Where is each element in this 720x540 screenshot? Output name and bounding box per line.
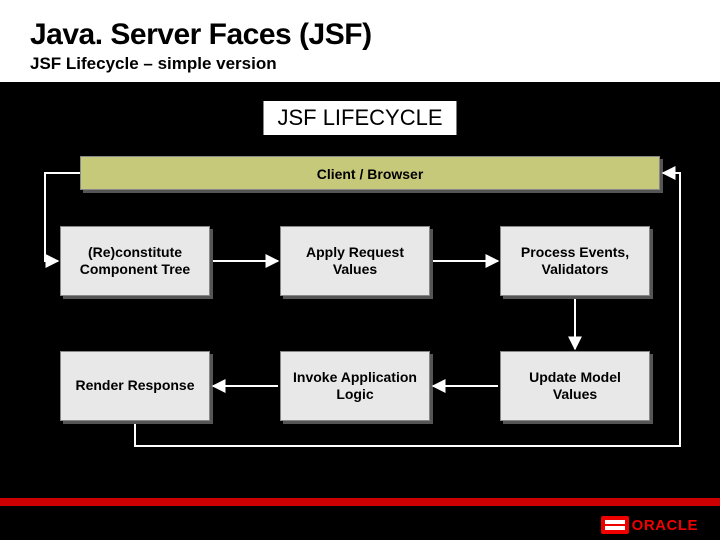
slide-footer: ORACLE [0,488,720,540]
diagram-area: JSF LIFECYCLE Client / Browser (Re)const… [0,86,720,466]
phase-reconstitute: (Re)constitute Component Tree [60,226,210,296]
footer-stripe [0,498,720,506]
oracle-logo-text: ORACLE [632,517,698,534]
slide-header: Java. Server Faces (JSF) JSF Lifecycle –… [0,0,720,86]
oracle-logo: ORACLE [601,516,698,534]
diagram-title: JSF LIFECYCLE [263,101,456,135]
phase-apply: Apply Request Values [280,226,430,296]
client-browser-box: Client / Browser [80,156,660,190]
oracle-logo-icon [601,516,629,534]
phase-update: Update Model Values [500,351,650,421]
phase-process: Process Events, Validators [500,226,650,296]
phase-invoke: Invoke Application Logic [280,351,430,421]
slide-title: Java. Server Faces (JSF) [30,18,690,52]
phase-render: Render Response [60,351,210,421]
slide-subtitle: JSF Lifecycle – simple version [30,54,690,74]
